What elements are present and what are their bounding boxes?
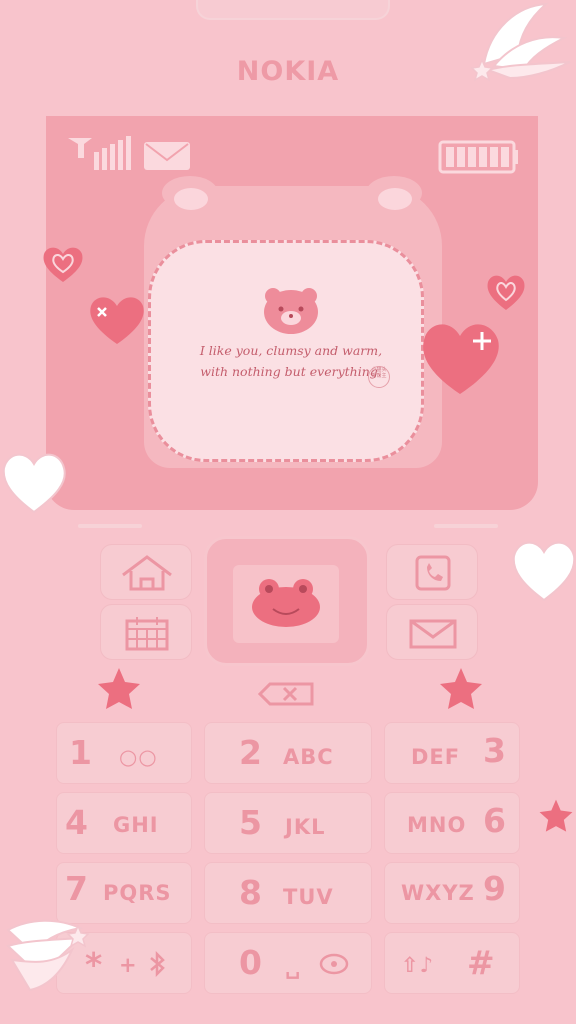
key-1[interactable]: 1 ○○	[56, 722, 192, 784]
key-6[interactable]: MNO 6	[384, 792, 520, 854]
mail-key[interactable]	[386, 604, 478, 660]
divider	[434, 524, 498, 528]
calendar-icon	[125, 617, 169, 651]
monitor-ear-right	[366, 176, 422, 210]
divider	[78, 524, 142, 528]
key-5[interactable]: 5 JKL	[204, 792, 372, 854]
nav-pad[interactable]	[204, 536, 370, 666]
star-icon	[440, 668, 482, 709]
heart-icon	[2, 453, 66, 514]
swirl-icon	[319, 953, 349, 975]
mail-icon	[409, 619, 457, 649]
phone-earpiece	[196, 0, 390, 20]
key-4[interactable]: 4 GHI	[56, 792, 192, 854]
phone-icon	[415, 555, 451, 591]
heart-icon	[43, 247, 83, 282]
key-hash[interactable]: ⇧♪ #	[384, 932, 520, 994]
key-0[interactable]: 0 ␣	[204, 932, 372, 994]
heart-icon	[487, 275, 525, 310]
bear-icon	[264, 288, 318, 334]
signal-icon	[68, 136, 131, 170]
star-icon	[539, 799, 573, 832]
shooting-star-icon	[470, 2, 571, 82]
battery-icon	[438, 140, 518, 174]
center-select-button[interactable]	[233, 565, 339, 643]
shooting-star-icon	[6, 919, 90, 992]
star-icon	[98, 668, 140, 709]
love-message: I like you, clumsy and warm, with nothin…	[199, 343, 383, 379]
frog-icon	[252, 579, 320, 627]
clear-key[interactable]	[204, 670, 372, 718]
calendar-key[interactable]	[100, 604, 192, 660]
key-9[interactable]: WXYZ 9	[384, 862, 520, 924]
home-icon	[122, 555, 172, 591]
key-3[interactable]: DEF 3	[384, 722, 520, 784]
phone-key[interactable]	[386, 544, 478, 600]
status-bar	[68, 136, 518, 174]
heart-icon	[90, 297, 144, 344]
key-2[interactable]: 2 ABC	[204, 722, 372, 784]
monitor-ear-left	[162, 176, 218, 210]
bluetooth-icon	[150, 951, 165, 977]
heart-icon	[512, 541, 576, 602]
message-icon	[144, 142, 190, 170]
home-key[interactable]	[100, 544, 192, 600]
stamp-seal: 小猫头 帮帮主	[368, 366, 390, 388]
backspace-icon	[257, 682, 314, 706]
heart-icon	[423, 324, 499, 394]
key-8[interactable]: 8 TUV	[204, 862, 372, 924]
